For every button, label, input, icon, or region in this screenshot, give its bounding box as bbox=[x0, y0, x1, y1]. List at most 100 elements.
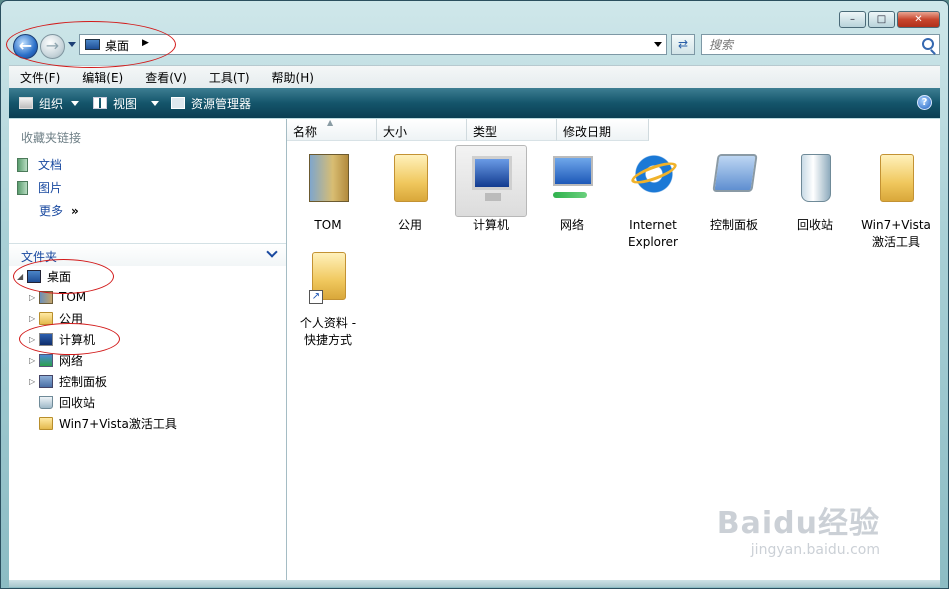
favorite-documents[interactable]: 文档 bbox=[17, 156, 62, 173]
column-size-label: 大小 bbox=[383, 125, 408, 139]
help-icon[interactable]: ? bbox=[917, 95, 932, 110]
item-label: 个人资料 - bbox=[299, 316, 357, 330]
item-label: TOM bbox=[314, 218, 342, 232]
column-name-label: 名称 bbox=[293, 125, 318, 139]
collapsed-arrow-icon[interactable]: ▷ bbox=[29, 293, 39, 302]
watermark-brand: Baidu经验 bbox=[716, 506, 880, 541]
network-icon bbox=[553, 156, 593, 198]
explorer-window: – □ ✕ ← → 桌面 ▶ ⇄ 文件(F) 编辑(E) 查看(V) 工具(T)… bbox=[0, 0, 949, 589]
watermark-url: jingyan.baidu.com bbox=[750, 542, 880, 558]
item-label: 控制面板 bbox=[709, 218, 758, 232]
column-name[interactable]: ▲ 名称 bbox=[287, 118, 377, 141]
tree-item-public[interactable]: ▷ 公用 bbox=[29, 308, 83, 328]
user-folder-icon bbox=[39, 290, 53, 304]
navigation-pane: 收藏夹链接 文档 图片 更多 » 文件夹 ◢ 桌面 ▷ TOM ▷ 公用 ▷ 计… bbox=[9, 119, 287, 580]
tree-item-network[interactable]: ▷ 网络 bbox=[29, 350, 83, 370]
item-label-line2: 快捷方式 bbox=[303, 333, 352, 347]
collapsed-arrow-icon[interactable]: ▷ bbox=[29, 335, 39, 344]
tree-label: 计算机 bbox=[59, 332, 96, 347]
item-recycle-bin[interactable]: 回收站 bbox=[775, 145, 855, 234]
views-dropdown-icon bbox=[151, 100, 160, 106]
item-label-line2: Explorer bbox=[628, 235, 678, 249]
item-network[interactable]: 网络 bbox=[532, 145, 612, 234]
favorite-pictures-label: 图片 bbox=[38, 181, 63, 195]
chevron-down-icon[interactable] bbox=[266, 246, 278, 258]
minimize-button[interactable]: – bbox=[839, 11, 866, 28]
tree-item-recycle-bin[interactable]: 回收站 bbox=[29, 392, 95, 412]
item-label: 公用 bbox=[397, 218, 422, 232]
desktop-icon bbox=[27, 269, 41, 283]
recent-pages-dropdown[interactable] bbox=[68, 42, 76, 47]
folders-header[interactable]: 文件夹 bbox=[9, 243, 286, 266]
views-label: 视图 bbox=[113, 96, 138, 111]
collapsed-arrow-icon[interactable]: ▷ bbox=[29, 314, 39, 323]
item-label: 网络 bbox=[559, 218, 584, 232]
tree-item-desktop[interactable]: ◢ 桌面 bbox=[17, 266, 71, 286]
item-tom[interactable]: TOM bbox=[288, 145, 368, 234]
organize-button[interactable]: 组织 bbox=[19, 95, 80, 112]
recycle-bin-icon bbox=[39, 395, 53, 409]
favorite-documents-label: 文档 bbox=[38, 158, 63, 172]
column-modified-date[interactable]: 修改日期 bbox=[557, 119, 649, 141]
internet-explorer-icon bbox=[634, 154, 674, 194]
views-icon bbox=[93, 97, 108, 109]
tree-label: 桌面 bbox=[47, 269, 72, 284]
item-label: 回收站 bbox=[796, 218, 833, 232]
shortcut-arrow-icon: ↗ bbox=[309, 290, 323, 304]
tree-item-tom[interactable]: ▷ TOM bbox=[29, 287, 86, 307]
control-panel-icon bbox=[39, 374, 53, 388]
item-public[interactable]: 公用 bbox=[370, 145, 450, 234]
control-panel-icon bbox=[712, 154, 758, 192]
sort-ascending-icon: ▲ bbox=[327, 118, 334, 127]
file-list: ▲ 名称 大小 类型 修改日期 TOM 公用 计算机 网络 Internet E… bbox=[287, 118, 940, 580]
explorer-button[interactable]: 资源管理器 bbox=[171, 95, 251, 112]
column-type[interactable]: 类型 bbox=[467, 119, 557, 141]
menu-tools[interactable]: 工具(T) bbox=[198, 69, 261, 86]
tree-item-control-panel[interactable]: ▷ 控制面板 bbox=[29, 371, 107, 391]
collapsed-arrow-icon[interactable]: ▷ bbox=[29, 377, 39, 386]
item-activation-tools[interactable]: Win7+Vista 激活工具 bbox=[856, 145, 936, 251]
search-box[interactable] bbox=[701, 34, 940, 55]
menu-view[interactable]: 查看(V) bbox=[134, 69, 198, 86]
item-computer[interactable]: 计算机 bbox=[451, 145, 531, 234]
tree-item-activation-tools[interactable]: Win7+Vista激活工具 bbox=[29, 413, 177, 433]
desktop-icon bbox=[85, 39, 100, 50]
collapsed-arrow-icon[interactable]: ▷ bbox=[29, 356, 39, 365]
column-modified-date-label: 修改日期 bbox=[563, 125, 612, 139]
item-label: 计算机 bbox=[472, 218, 509, 232]
breadcrumb-arrow-icon[interactable]: ▶ bbox=[142, 38, 149, 48]
item-profile-shortcut[interactable]: ↗ 个人资料 - 快捷方式 bbox=[288, 243, 368, 349]
search-icon[interactable] bbox=[922, 38, 934, 50]
organize-label: 组织 bbox=[39, 96, 64, 111]
folder-icon bbox=[394, 154, 428, 202]
organize-dropdown-icon bbox=[71, 100, 80, 106]
views-button[interactable]: 视图 bbox=[93, 95, 160, 112]
item-control-panel[interactable]: 控制面板 bbox=[694, 145, 774, 234]
organize-icon bbox=[19, 97, 33, 109]
menu-edit[interactable]: 编辑(E) bbox=[71, 69, 134, 86]
column-size[interactable]: 大小 bbox=[377, 119, 467, 141]
favorite-pictures[interactable]: 图片 bbox=[17, 179, 62, 196]
expanded-arrow-icon[interactable]: ◢ bbox=[17, 272, 27, 281]
computer-icon bbox=[39, 332, 53, 346]
address-dropdown-icon[interactable] bbox=[654, 42, 662, 47]
address-bar[interactable]: 桌面 ▶ bbox=[79, 34, 667, 55]
favorite-more[interactable]: 更多 » bbox=[39, 202, 79, 219]
close-button[interactable]: ✕ bbox=[897, 11, 940, 28]
maximize-button[interactable]: □ bbox=[868, 11, 895, 28]
item-label: Internet bbox=[629, 218, 677, 232]
address-location[interactable]: 桌面 bbox=[105, 37, 129, 54]
column-type-label: 类型 bbox=[473, 125, 498, 139]
menu-file[interactable]: 文件(F) bbox=[9, 69, 71, 86]
item-label: Win7+Vista bbox=[861, 218, 931, 232]
tree-item-computer[interactable]: ▷ 计算机 bbox=[29, 329, 95, 349]
search-input[interactable] bbox=[707, 37, 911, 53]
back-button[interactable]: ← bbox=[13, 34, 38, 59]
forward-button[interactable]: → bbox=[40, 34, 65, 59]
tree-label: 回收站 bbox=[59, 395, 96, 410]
item-internet-explorer[interactable]: Internet Explorer bbox=[613, 145, 693, 251]
explorer-icon bbox=[171, 97, 186, 109]
menu-help[interactable]: 帮助(H) bbox=[261, 69, 325, 86]
refresh-button[interactable]: ⇄ bbox=[671, 34, 695, 55]
favorite-more-label: 更多 bbox=[39, 204, 64, 218]
